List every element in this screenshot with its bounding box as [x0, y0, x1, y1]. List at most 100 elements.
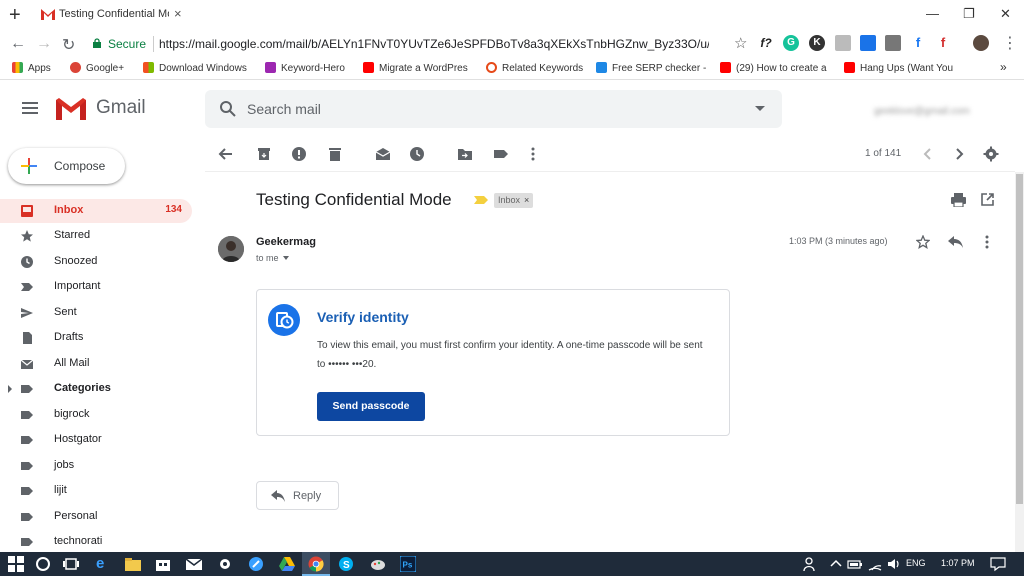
paint-app-icon[interactable] [370, 556, 386, 572]
bookmark-google-plus[interactable]: Google+ [70, 62, 124, 74]
search-input[interactable] [247, 99, 727, 119]
snooze-icon[interactable] [409, 146, 425, 162]
grammarly-extension-icon[interactable]: G [783, 35, 799, 51]
restore-button[interactable]: ❐ [963, 6, 975, 22]
sidebar-item-drafts[interactable]: Drafts [0, 326, 192, 350]
delete-icon[interactable] [327, 146, 343, 162]
camera-extension-icon[interactable] [885, 35, 901, 51]
recipient-details[interactable]: to me [256, 253, 289, 263]
message-more-options-icon[interactable] [983, 235, 991, 249]
sidebar-item-all-mail[interactable]: All Mail [0, 352, 192, 376]
url-text[interactable]: https://mail.google.com/mail/b/AELYn1FNv… [159, 37, 709, 51]
report-spam-icon[interactable] [291, 146, 307, 162]
bookmark-serp-checker[interactable]: Free SERP checker - [596, 62, 706, 74]
sidebar-item-snoozed[interactable]: Snoozed [0, 250, 192, 274]
sidebar-item-starred[interactable]: Starred [0, 224, 192, 248]
tab-close-icon[interactable]: × [174, 6, 182, 21]
address-bar[interactable]: Secure https://mail.google.com/mail/b/AE… [84, 32, 754, 56]
settings-gear-icon[interactable] [983, 146, 999, 162]
move-to-icon[interactable] [457, 146, 473, 162]
new-tab-button[interactable]: + [9, 5, 21, 25]
chrome-menu-icon[interactable]: ⋮ [1002, 33, 1018, 53]
archive-icon[interactable] [256, 146, 272, 162]
reload-icon[interactable]: ↻ [62, 35, 75, 55]
bookmark-apps[interactable]: Apps [12, 62, 51, 74]
bookmark-keyword-hero[interactable]: Keyword-Hero [265, 62, 345, 74]
battery-icon[interactable] [847, 556, 863, 572]
store-icon[interactable] [155, 556, 171, 572]
file-explorer-icon[interactable] [125, 556, 141, 572]
profile-avatar-icon[interactable] [973, 35, 989, 51]
bookmark-migrate-wordpress[interactable]: Migrate a WordPres [363, 62, 468, 74]
account-email[interactable]: geeklove@gmail.com [874, 106, 970, 117]
star-message-icon[interactable] [916, 235, 930, 249]
search-icon[interactable] [219, 100, 237, 118]
bookmarks-overflow-button[interactable]: » [1000, 60, 1007, 74]
reply-arrow-icon[interactable] [948, 236, 963, 248]
sidebar-item-important[interactable]: Important [0, 275, 192, 299]
forward-arrow-icon[interactable]: → [36, 35, 52, 53]
sidebar-item-personal[interactable]: Personal [0, 505, 192, 529]
language-indicator[interactable]: ENG [906, 558, 926, 568]
sidebar-item-technorati[interactable]: technorati [0, 530, 192, 554]
sidebar-item-bigrock[interactable]: bigrock [0, 403, 192, 427]
extension-screenshot-icon[interactable] [860, 35, 876, 51]
mark-unread-icon[interactable] [375, 146, 391, 162]
sender-name[interactable]: Geekermag [256, 236, 316, 248]
remove-label-icon[interactable]: × [524, 195, 529, 205]
extension-grid-icon[interactable] [835, 35, 851, 51]
browser-tab[interactable]: Testing Confidential Mo × [32, 0, 192, 30]
windows-start-icon[interactable] [8, 556, 24, 572]
k-extension-icon[interactable]: K [809, 35, 825, 51]
importance-marker-icon[interactable] [474, 196, 488, 204]
edge-browser-icon[interactable]: e [96, 556, 112, 572]
chrome-taskbar-active[interactable] [302, 552, 330, 576]
extension-fx-icon[interactable]: f? [758, 35, 774, 51]
mail-app-icon[interactable] [186, 556, 202, 572]
sender-avatar[interactable] [218, 236, 244, 262]
gmail-logo-icon[interactable] [56, 98, 86, 120]
search-options-dropdown-icon[interactable] [755, 106, 765, 111]
drive-app-icon[interactable] [279, 556, 295, 572]
sidebar-item-inbox[interactable]: Inbox 134 [0, 199, 192, 223]
sidebar-item-categories[interactable]: Categories [0, 377, 192, 401]
photoshop-icon[interactable]: Ps [400, 556, 416, 572]
back-arrow-icon[interactable]: ← [10, 35, 26, 53]
reply-button[interactable]: Reply [256, 481, 339, 510]
send-passcode-button[interactable]: Send passcode [317, 392, 425, 421]
expand-arrow-icon[interactable] [8, 385, 12, 393]
notifications-icon[interactable] [990, 556, 1006, 572]
compose-button[interactable]: Compose [8, 148, 125, 184]
wifi-icon[interactable] [867, 556, 883, 572]
close-window-button[interactable]: ✕ [1000, 6, 1011, 22]
details-dropdown-icon[interactable] [282, 256, 289, 260]
volume-icon[interactable] [886, 556, 902, 572]
main-menu-icon[interactable] [22, 102, 38, 114]
bookmark-hang-ups[interactable]: Hang Ups (Want You [844, 62, 953, 74]
facebook-extension-icon[interactable]: f [910, 35, 926, 51]
sidebar-item-jobs[interactable]: jobs [0, 454, 192, 478]
back-to-inbox-icon[interactable] [218, 146, 234, 162]
bookmark-how-to-create[interactable]: (29) How to create a [720, 62, 827, 74]
older-chevron-right-icon[interactable] [951, 146, 967, 162]
tray-expand-chevron-icon[interactable] [828, 556, 844, 572]
open-in-new-window-icon[interactable] [981, 193, 994, 206]
system-clock[interactable]: 1:07 PM [941, 558, 975, 568]
bookmark-star-icon[interactable]: ☆ [734, 34, 747, 52]
sidebar-item-sent[interactable]: Sent [0, 301, 192, 325]
sidebar-item-lijit[interactable]: lijit [0, 479, 192, 503]
minimize-button[interactable]: — [926, 6, 939, 21]
page-scrollbar[interactable] [1015, 172, 1024, 552]
bookmark-download-windows[interactable]: Download Windows [143, 62, 247, 74]
scrollbar-thumb[interactable] [1016, 174, 1023, 504]
skype-icon[interactable]: S [338, 556, 354, 572]
settings-app-icon[interactable] [217, 556, 233, 572]
sidebar-item-hostgator[interactable]: Hostgator [0, 428, 192, 452]
labels-icon[interactable] [493, 146, 509, 162]
inbox-label-chip[interactable]: Inbox × [494, 193, 534, 208]
bookmark-related-keywords[interactable]: Related Keywords [486, 62, 583, 74]
more-options-icon[interactable] [525, 146, 541, 162]
cortana-search-icon[interactable] [35, 556, 51, 572]
facebook-red-extension-icon[interactable]: f [935, 35, 951, 51]
people-icon[interactable] [803, 556, 819, 572]
